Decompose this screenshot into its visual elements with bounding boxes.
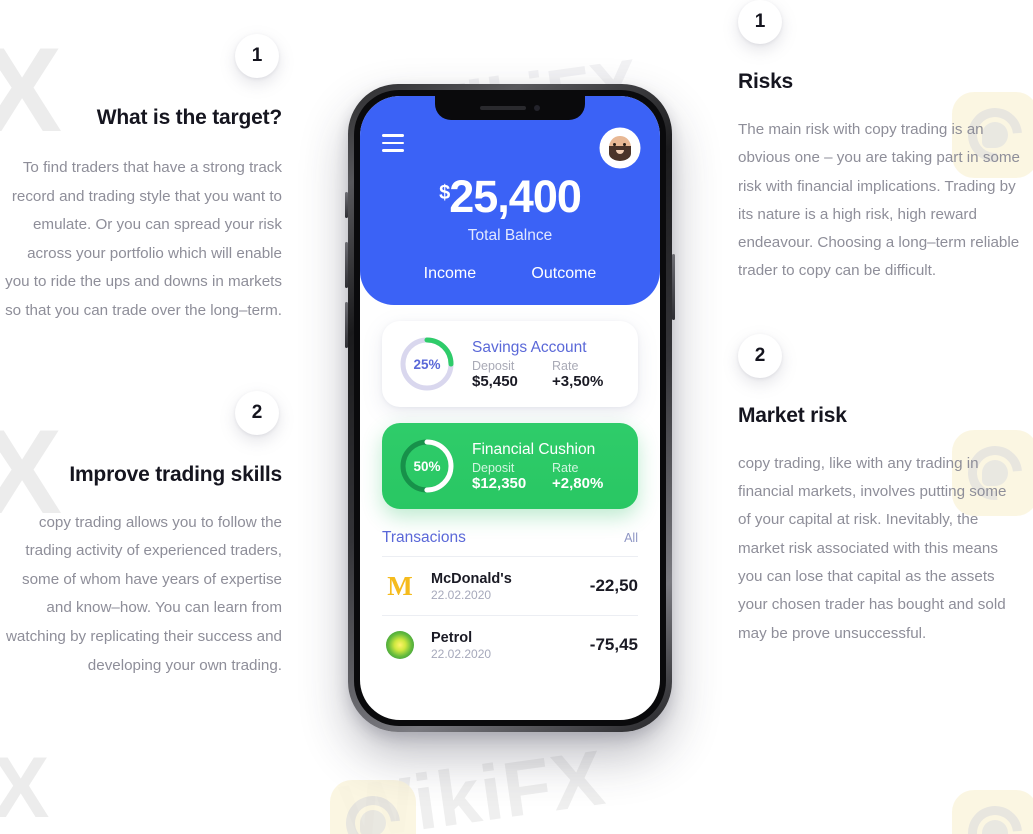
step-badge: 1	[738, 0, 782, 44]
step-badge: 1	[235, 34, 279, 78]
left-column: 1 What is the target? To find traders th…	[0, 0, 300, 680]
transactions-header: Transacions All	[382, 529, 638, 557]
front-camera-icon	[534, 105, 540, 111]
phone-mockup: $ 25,400 Total Balnce Income Outcome 25%…	[345, 84, 675, 732]
transaction-merchant: McDonald's	[431, 570, 512, 587]
savings-percent: 25%	[413, 356, 441, 372]
savings-deposit-label: Deposit	[472, 358, 515, 373]
section-heading: Risks	[738, 70, 794, 93]
cushion-deposit-value: $12,350	[472, 474, 527, 492]
app-header-top-row	[382, 130, 638, 166]
savings-stats: Deposit $5,450 Rate +3,50%	[472, 359, 622, 390]
savings-rate-label: Rate	[552, 358, 579, 373]
section-body: copy trading, like with any trading in f…	[738, 454, 1007, 642]
watermark-logo-icon	[330, 780, 416, 834]
section-heading: Market risk	[738, 403, 847, 427]
cushion-title: Financial Cushion	[472, 440, 596, 458]
phone-volume-up-button	[345, 242, 348, 288]
savings-info: Savings Account Deposit $5,450 Rate +3,5…	[472, 339, 622, 390]
left-block-2: 2 Improve trading skills copy trading al…	[0, 326, 300, 681]
balance-amount: 25,400	[449, 171, 582, 222]
transactions-section: Transacions All M McDonald's 22.02.2020 …	[360, 525, 660, 674]
savings-rate-value: +3,50%	[552, 372, 604, 390]
savings-title: Savings Account	[472, 338, 587, 356]
tab-income[interactable]: Income	[424, 265, 476, 283]
left-block-1: 1 What is the target? To find traders th…	[0, 0, 300, 326]
cushion-percent: 50%	[413, 458, 441, 474]
phone-mute-switch	[345, 192, 348, 218]
cushion-rate-value: +2,80%	[552, 474, 604, 492]
phone-volume-down-button	[345, 302, 348, 348]
watermark-logo-icon	[952, 790, 1033, 834]
account-card-financial-cushion[interactable]: 50% Financial Cushion Deposit $12,350 Ra	[382, 423, 638, 509]
income-outcome-tabs: Income Outcome	[382, 265, 638, 283]
phone-notch	[435, 96, 585, 120]
account-cards: 25% Savings Account Deposit $5,450 Rate	[360, 305, 660, 509]
cushion-info: Financial Cushion Deposit $12,350 Rate +…	[472, 441, 622, 492]
step-badge: 2	[738, 333, 782, 378]
page-root: X X X WikiFX WikiFX WikiFX 1 What is the…	[0, 0, 1033, 834]
transaction-amount: -75,45	[589, 635, 638, 654]
transaction-date: 22.02.2020	[431, 587, 492, 602]
transactions-title: Transacions	[382, 529, 466, 546]
account-card-savings[interactable]: 25% Savings Account Deposit $5,450 Rate	[382, 321, 638, 407]
watermark-wikifx: WikiFX	[335, 732, 611, 834]
phone-bezel: $ 25,400 Total Balnce Income Outcome 25%…	[354, 90, 666, 726]
savings-deposit-value: $5,450	[472, 372, 518, 390]
cushion-deposit: Deposit $12,350	[472, 461, 538, 492]
section-body: The main risk with copy trading is an ob…	[738, 121, 1020, 280]
total-balance-value: $ 25,400	[382, 174, 638, 219]
speaker-grille-icon	[480, 106, 526, 110]
watermark-x: X	[0, 740, 50, 834]
transaction-meta: Petrol 22.02.2020	[431, 630, 577, 661]
section-heading: What is the target?	[96, 106, 282, 129]
section-body: To find traders that have a strong track…	[5, 159, 282, 319]
transaction-date: 22.02.2020	[431, 646, 492, 661]
section-heading: Improve trading skills	[69, 462, 282, 486]
transaction-row[interactable]: Petrol 22.02.2020 -75,45	[382, 616, 638, 674]
transaction-row[interactable]: M McDonald's 22.02.2020 -22,50	[382, 557, 638, 616]
right-column: 1 Risks The main risk with copy trading …	[738, 0, 1023, 648]
right-block-2: 2 Market risk copy trading, like with an…	[738, 286, 1023, 648]
transactions-filter-all[interactable]: All	[624, 531, 638, 545]
cushion-progress-ring: 50%	[398, 437, 456, 495]
hamburger-menu-icon[interactable]	[382, 130, 404, 152]
cushion-rate-label: Rate	[552, 460, 579, 475]
app-header: $ 25,400 Total Balnce Income Outcome	[360, 96, 660, 305]
savings-deposit: Deposit $5,450	[472, 359, 538, 390]
right-block-1: 1 Risks The main risk with copy trading …	[738, 0, 1023, 286]
savings-rate: Rate +3,50%	[552, 359, 618, 390]
transaction-merchant: Petrol	[431, 629, 473, 646]
step-badge: 2	[235, 390, 279, 435]
mcdonalds-logo-icon: M	[382, 568, 418, 604]
transaction-meta: McDonald's 22.02.2020	[431, 571, 577, 602]
cushion-rate: Rate +2,80%	[552, 461, 618, 492]
phone-screen: $ 25,400 Total Balnce Income Outcome 25%…	[360, 96, 660, 720]
savings-progress-ring: 25%	[398, 335, 456, 393]
bp-logo-icon	[382, 627, 418, 663]
tab-outcome[interactable]: Outcome	[531, 265, 596, 283]
user-avatar[interactable]	[602, 130, 638, 166]
phone-power-button	[672, 254, 675, 320]
total-balance-label: Total Balnce	[467, 227, 553, 244]
cushion-stats: Deposit $12,350 Rate +2,80%	[472, 461, 622, 492]
transaction-amount: -22,50	[589, 576, 638, 595]
section-body: copy trading allows you to follow the tr…	[5, 513, 282, 674]
currency-symbol: $	[439, 182, 450, 204]
cushion-deposit-label: Deposit	[472, 460, 515, 475]
